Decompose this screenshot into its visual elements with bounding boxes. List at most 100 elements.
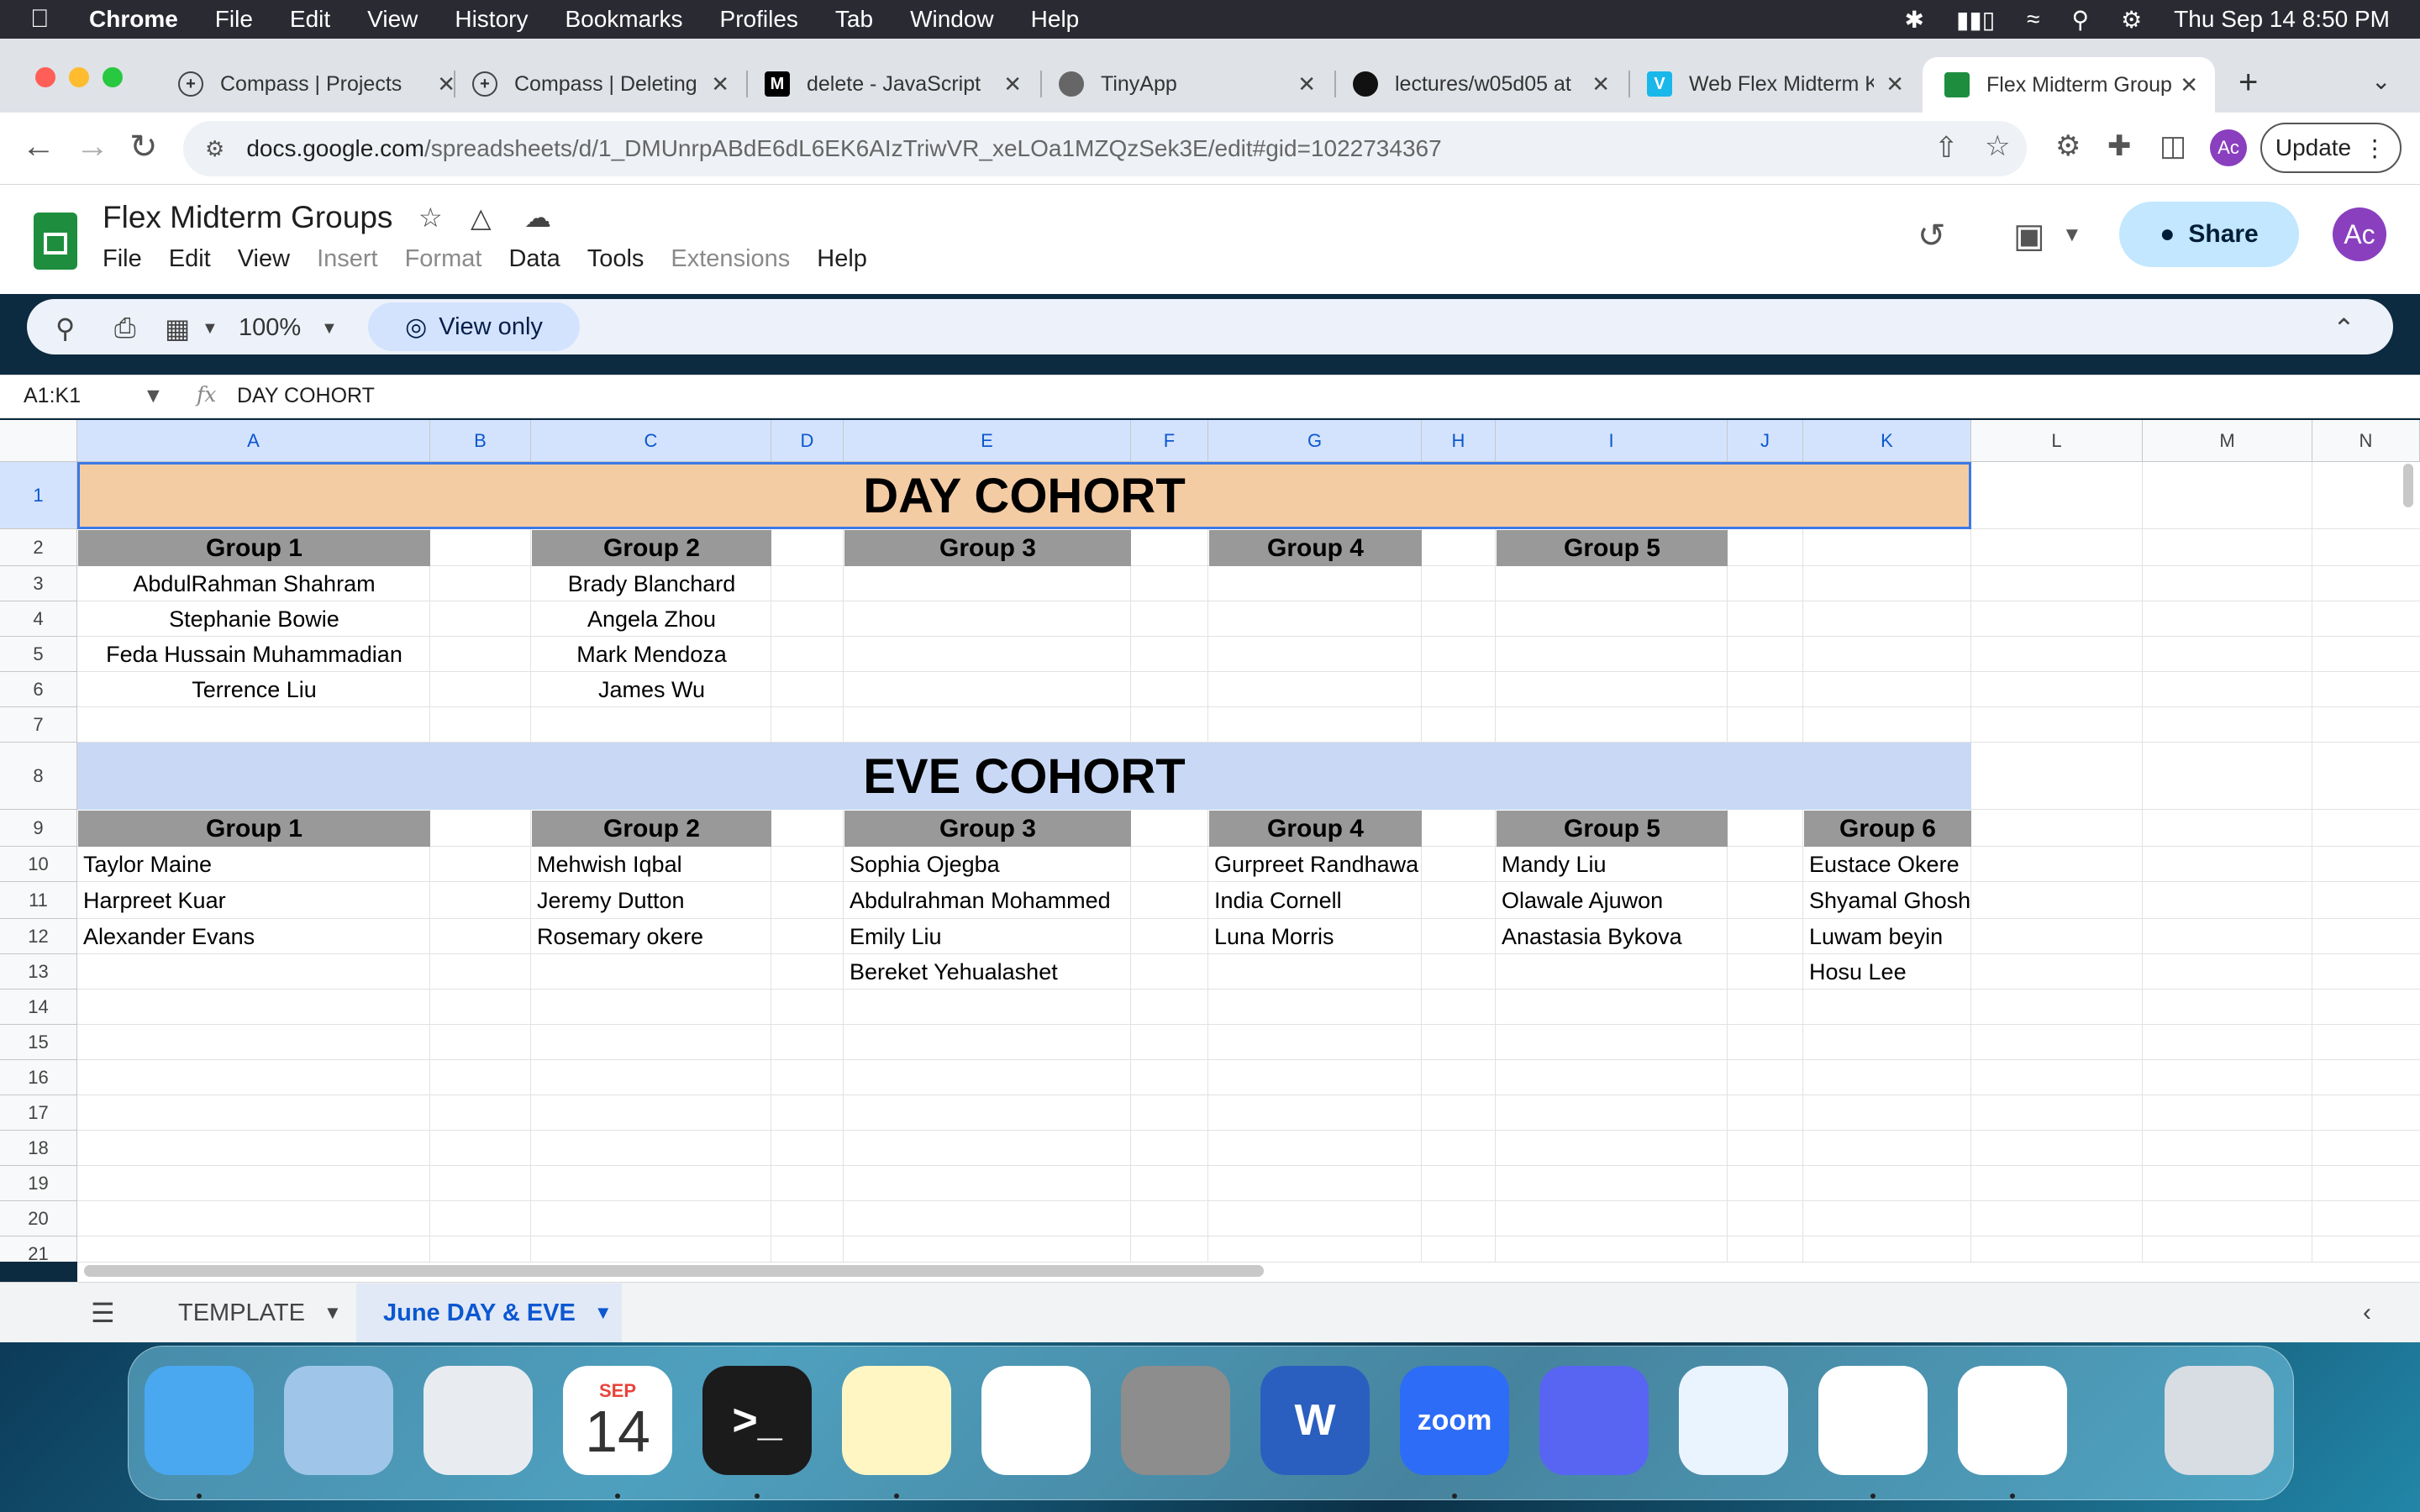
group-header[interactable]: Group 1	[78, 530, 430, 566]
spreadsheet-grid[interactable]: A B C D E F G H I J K L M N 1 2 3 4 5 6 7 8 9 10 11 12 13 14 15 16 17 1…	[0, 420, 2420, 1262]
eve-cohort-title[interactable]: EVE COHORT	[77, 743, 1971, 810]
row-header[interactable]: 15	[0, 1025, 77, 1060]
menu-profiles[interactable]: Profiles	[720, 6, 798, 33]
name-box-dropdown-icon[interactable]: ▼	[143, 384, 164, 408]
member-cell[interactable]: Anastasia Bykova	[1497, 919, 1728, 954]
site-info-icon[interactable]: ⚙	[205, 136, 224, 162]
browser-tab[interactable]: lectures/w05d05 at ✕	[1353, 62, 1610, 106]
move-to-drive-icon[interactable]: △	[471, 202, 492, 234]
member-cell[interactable]: Rosemary okere	[532, 919, 771, 954]
share-button[interactable]: ● Share	[2119, 202, 2299, 267]
zoom-dropdown-icon[interactable]: ▼	[321, 319, 338, 339]
group-header[interactable]: Group 2	[532, 811, 771, 847]
tab-close-icon[interactable]: ✕	[2180, 72, 2198, 98]
notes-icon[interactable]	[842, 1366, 951, 1475]
row-header[interactable]: 9	[0, 810, 77, 847]
battery-icon[interactable]: ▮▮▯	[1956, 6, 1995, 34]
name-box[interactable]: A1:K1	[24, 384, 81, 408]
menu-bookmarks[interactable]: Bookmarks	[565, 6, 682, 33]
settings-icon[interactable]	[1121, 1366, 1230, 1475]
address-bar[interactable]: ⚙ docs.google.com /spreadsheets/d/1_DMUn…	[183, 121, 2027, 176]
browser-tab[interactable]: TinyApp ✕	[1059, 62, 1316, 106]
tab-search-chevron-icon[interactable]: ⌄	[2371, 67, 2391, 95]
all-sheets-menu-icon[interactable]: ☰	[91, 1297, 115, 1329]
sheets-menu-edit[interactable]: Edit	[169, 245, 211, 273]
column-header[interactable]: B	[430, 420, 531, 462]
row-header[interactable]: 10	[0, 847, 77, 882]
row-header[interactable]: 19	[0, 1166, 77, 1201]
terminal-icon[interactable]: >_	[702, 1366, 812, 1475]
browser-tab[interactable]: M delete - JavaScript ✕	[765, 62, 1022, 106]
member-cell[interactable]: Harpreet Kuar	[78, 882, 430, 919]
column-header[interactable]: L	[1971, 420, 2143, 462]
tab-close-icon[interactable]: ✕	[1886, 71, 1904, 97]
member-cell[interactable]: Terrence Liu	[78, 672, 430, 707]
preview-icon[interactable]	[284, 1366, 393, 1475]
row-header[interactable]: 18	[0, 1131, 77, 1166]
browser-tab[interactable]: + Compass | Projects ✕	[178, 62, 455, 106]
chrome-icon[interactable]	[1958, 1366, 2067, 1475]
sheets-menu-format[interactable]: Format	[405, 245, 482, 273]
window-zoom-button[interactable]	[103, 67, 123, 87]
member-cell[interactable]: Eustace Okere	[1804, 847, 1971, 882]
format-dropdown-icon[interactable]: ▼	[202, 319, 218, 339]
group-header[interactable]: Group 3	[844, 811, 1131, 847]
member-cell[interactable]: Mehwish Iqbal	[532, 847, 771, 882]
view-only-button[interactable]: ◎ View only	[368, 302, 580, 351]
menu-file[interactable]: File	[215, 6, 253, 33]
profile-avatar[interactable]: Ac	[2210, 129, 2247, 166]
column-header[interactable]: E	[844, 420, 1131, 462]
sheets-menu-tools[interactable]: Tools	[587, 245, 644, 273]
menu-history[interactable]: History	[455, 6, 528, 33]
tab-close-icon[interactable]: ✕	[1591, 71, 1610, 97]
reload-icon[interactable]: ↻	[129, 128, 158, 166]
sheet-tab-dropdown-icon[interactable]: ▼	[324, 1302, 342, 1324]
row-header[interactable]: 12	[0, 919, 77, 954]
zoom-select[interactable]: 100%	[239, 314, 301, 342]
menu-window[interactable]: Window	[910, 6, 994, 33]
chrome-update-button[interactable]: Update ⋮	[2260, 123, 2402, 173]
select-all-corner[interactable]	[0, 420, 77, 462]
sheet-tab-template[interactable]: TEMPLATE ▼	[151, 1284, 356, 1342]
window-close-button[interactable]	[35, 67, 55, 87]
group-header[interactable]: Group 4	[1209, 530, 1422, 566]
horizontal-scrollbar[interactable]	[84, 1265, 1264, 1277]
row-header[interactable]: 16	[0, 1060, 77, 1095]
group-header[interactable]: Group 2	[532, 530, 771, 566]
tab-close-icon[interactable]: ✕	[437, 71, 455, 97]
member-cell[interactable]: Mandy Liu	[1497, 847, 1728, 882]
browser-tab-active[interactable]: Flex Midterm Group ✕	[1923, 57, 2215, 113]
wifi-icon[interactable]: ≈	[2027, 6, 2039, 33]
member-cell[interactable]: Abdulrahman Mohammed	[844, 882, 1131, 919]
group-header[interactable]: Group 3	[844, 530, 1131, 566]
group-header[interactable]: Group 6	[1804, 811, 1971, 847]
column-header[interactable]: H	[1422, 420, 1496, 462]
member-cell[interactable]: Angela Zhou	[532, 601, 771, 637]
row-header[interactable]: 17	[0, 1095, 77, 1131]
back-arrow-icon[interactable]: ←	[22, 128, 55, 165]
browser-tab[interactable]: + Compass | Deleting ✕	[472, 62, 729, 106]
member-cell[interactable]: Gurpreet Randhawa	[1209, 847, 1422, 882]
member-cell[interactable]: Bereket Yehualashet	[844, 954, 1131, 990]
member-cell[interactable]: Sophia Ojegba	[844, 847, 1131, 882]
meet-dropdown-icon[interactable]: ▼	[2062, 223, 2082, 247]
tab-close-icon[interactable]: ✕	[1003, 71, 1022, 97]
sheets-menu-file[interactable]: File	[103, 245, 142, 273]
member-cell[interactable]: Jeremy Dutton	[532, 882, 771, 919]
sheets-menu-insert[interactable]: Insert	[317, 245, 378, 273]
column-header[interactable]: I	[1496, 420, 1728, 462]
sheets-menu-view[interactable]: View	[238, 245, 290, 273]
row-header[interactable]: 8	[0, 743, 77, 810]
tab-close-icon[interactable]: ✕	[711, 71, 729, 97]
word-icon[interactable]: W	[1260, 1366, 1370, 1475]
share-page-icon[interactable]: ⇧	[1934, 131, 1959, 165]
member-cell[interactable]: Mark Mendoza	[532, 637, 771, 672]
side-panel-icon[interactable]: ◫	[2160, 129, 2186, 163]
search-icon[interactable]: ⚲	[55, 312, 75, 344]
vertical-scrollbar[interactable]	[2403, 464, 2413, 507]
bluetooth-icon[interactable]: ✱	[1904, 6, 1923, 34]
sheets-logo-icon[interactable]	[34, 213, 77, 270]
menubar-clock[interactable]: Thu Sep 14 8:50 PM	[2174, 6, 2390, 33]
member-cell[interactable]: Olawale Ajuwon	[1497, 882, 1728, 919]
window-minimize-button[interactable]	[69, 67, 89, 87]
